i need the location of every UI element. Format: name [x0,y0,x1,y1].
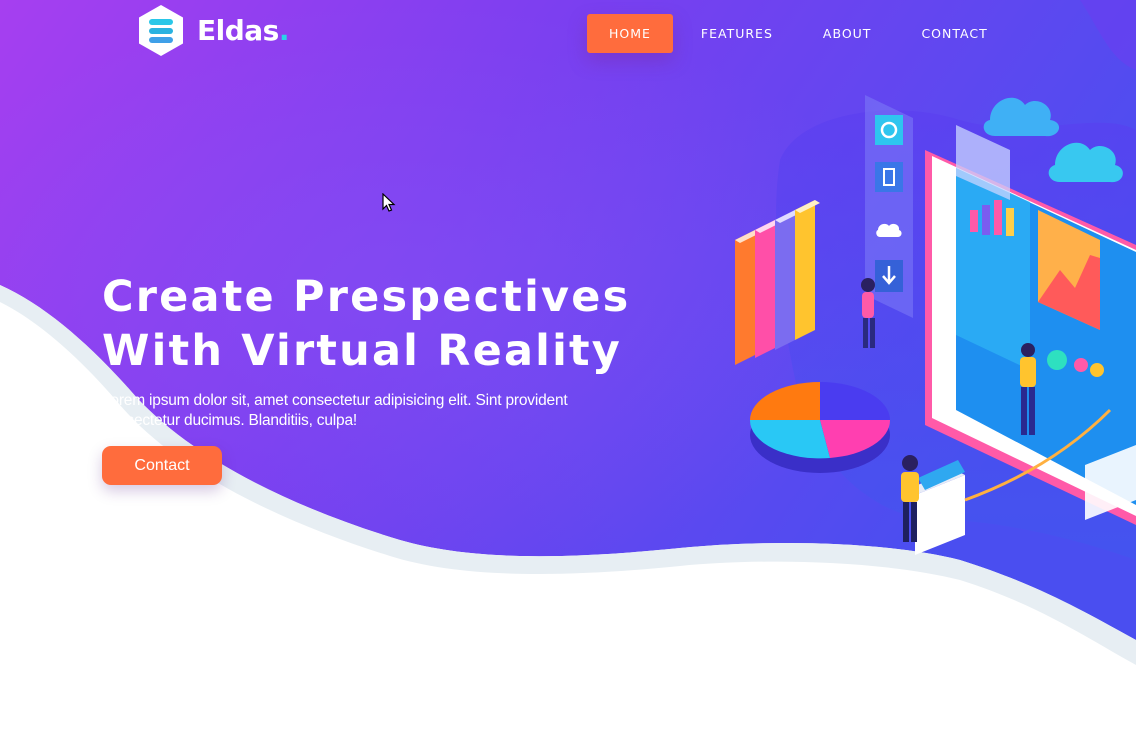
cloud-icon [983,97,1060,137]
logo-mark-icon [139,5,183,56]
brand-logo[interactable]: Eldas. [137,4,289,57]
gear-icon [875,115,903,145]
nav-about[interactable]: ABOUT [801,14,894,53]
cursor-icon [382,193,396,212]
hero-title-line-2: With Virtual Reality [102,326,623,376]
cloud-icon [1048,142,1123,183]
brand-name: Eldas [197,14,279,47]
pie-chart [749,382,891,473]
hero-illustration [735,95,1136,555]
hero-description: Lorem ipsum dolor sit, amet consectetur … [102,392,568,429]
nav-features[interactable]: FEATURES [679,14,795,53]
nav-contact[interactable]: CONTACT [899,14,1009,53]
site-header: Eldas. HOME FEATURES ABOUT CONTACT [0,0,1136,70]
main-nav: HOME FEATURES ABOUT CONTACT [587,14,1010,53]
bar-stack [735,200,820,365]
hero-title: Create Prespectives With Virtual Reality [102,270,630,378]
document-icon [875,162,903,192]
nav-home[interactable]: HOME [587,14,673,53]
hero-title-line-1: Create Prespectives [102,272,631,322]
contact-button[interactable]: Contact [102,446,222,485]
brand-dot: . [278,14,290,47]
